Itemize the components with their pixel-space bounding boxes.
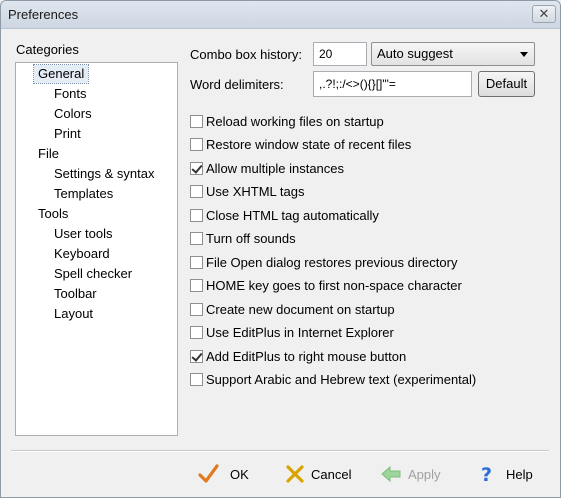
tree-item-layout[interactable]: Layout [54,305,93,323]
tree-item-keyboard[interactable]: Keyboard [54,245,110,263]
tree-item-settings-syntax[interactable]: Settings & syntax [54,165,154,183]
checkbox[interactable] [190,326,203,339]
option-label: Support Arabic and Hebrew text (experime… [206,372,477,387]
title-bar: Preferences ✕ [1,1,560,29]
autosuggest-select[interactable]: Auto suggest [371,42,535,66]
option-label: Reload working files on startup [206,114,384,129]
apply-button[interactable]: Apply [380,463,445,487]
checkbox-checked[interactable] [190,162,203,175]
help-label: Help [506,467,533,482]
word-delimiters-input[interactable]: ,.?!;:/<>(){}[]"'= [313,71,472,97]
tree-item-general[interactable]: General [32,64,90,84]
combo-history-label: Combo box history: [190,47,302,62]
tree-item-file[interactable]: File [38,145,59,163]
option-label: Restore window state of recent files [206,137,412,152]
footer-divider [11,450,549,452]
checkbox[interactable] [190,115,203,128]
option-label: HOME key goes to first non-space charact… [206,278,462,293]
checkbox[interactable] [190,232,203,245]
cancel-label: Cancel [311,467,352,482]
autosuggest-value: Auto suggest [377,46,453,61]
option-label: Create new document on startup [206,302,395,317]
arrow-left-icon [381,465,401,483]
option-label: Allow multiple instances [206,161,345,176]
checkmark-icon [198,464,219,483]
option-label: Close HTML tag automatically [206,208,379,223]
checkbox[interactable] [190,373,203,386]
close-icon: ✕ [538,6,550,21]
default-button[interactable]: Default [478,71,535,97]
checkbox-checked[interactable] [190,350,203,363]
ok-label: OK [230,467,249,482]
category-tree[interactable]: General Fonts Colors Print File Settings… [15,62,178,436]
help-button[interactable]: ? Help [476,463,536,487]
ok-button[interactable]: OK [197,463,257,487]
preferences-dialog: Preferences ✕ Categories General Fonts C… [0,0,561,498]
tree-item-user-tools[interactable]: User tools [54,225,113,243]
option-label: Use EditPlus in Internet Explorer [206,325,394,340]
apply-label: Apply [408,467,441,482]
option-label: File Open dialog restores previous direc… [206,255,458,270]
option-label: Add EditPlus to right mouse button [206,349,407,364]
checkbox[interactable] [190,185,203,198]
tree-item-colors[interactable]: Colors [54,105,92,123]
checkbox[interactable] [190,138,203,151]
chevron-down-icon [520,52,528,57]
tree-item-templates[interactable]: Templates [54,185,113,203]
cancel-button[interactable]: Cancel [284,463,354,487]
tree-item-spell-checker[interactable]: Spell checker [54,265,132,283]
cross-icon [286,465,304,483]
word-delimiters-label: Word delimiters: [190,77,284,92]
tree-item-print[interactable]: Print [54,125,81,143]
combo-history-input[interactable]: 20 [313,42,367,66]
checkbox[interactable] [190,256,203,269]
checkbox[interactable] [190,303,203,316]
tree-item-toolbar[interactable]: Toolbar [54,285,97,303]
categories-label: Categories [16,42,79,57]
window-title: Preferences [8,7,79,22]
question-mark-icon: ? [481,464,492,485]
tree-item-tools[interactable]: Tools [38,205,68,223]
option-label: Turn off sounds [206,231,296,246]
close-button[interactable]: ✕ [532,5,556,23]
tree-item-fonts[interactable]: Fonts [54,85,87,103]
checkbox[interactable] [190,209,203,222]
checkbox[interactable] [190,279,203,292]
option-label: Use XHTML tags [206,184,305,199]
svg-text:?: ? [481,464,492,485]
